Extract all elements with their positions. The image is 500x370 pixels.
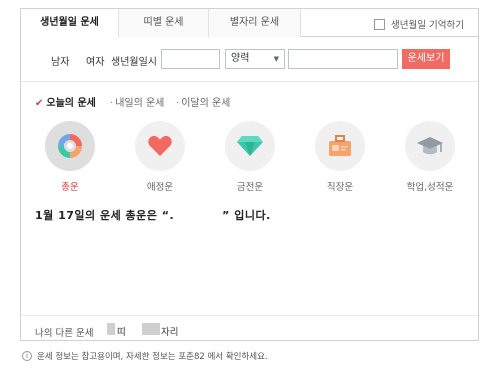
- constellation-chip[interactable]: [142, 323, 160, 335]
- category-career-label: 직장운: [326, 182, 354, 193]
- other-fortunes-label: 나의 다른 운세: [35, 328, 94, 339]
- birth-time-input[interactable]: [288, 49, 398, 69]
- tab-today-label: 오늘의 운세: [46, 98, 96, 109]
- category-money[interactable]: 금전운: [215, 121, 285, 193]
- remember-label: 생년월일 기억하기: [391, 20, 464, 31]
- tab-zodiac-fortune[interactable]: 띠별 운세: [119, 9, 209, 37]
- zodiac-chip[interactable]: [107, 323, 115, 335]
- category-money-label: 금전운: [236, 182, 264, 193]
- tab-month-fortune[interactable]: · 이달의 운세: [176, 94, 230, 109]
- zodiac-link[interactable]: 띠: [117, 324, 126, 338]
- view-fortune-button[interactable]: 운세보기: [402, 49, 450, 69]
- tab-today-fortune[interactable]: ✔ 오늘의 운세: [35, 94, 96, 109]
- other-fortunes: 나의 다른 운세 띠 자리: [21, 315, 478, 341]
- diamond-icon: [237, 136, 263, 156]
- category-total-label: 총운: [61, 182, 79, 193]
- birth-label: 생년월일시: [111, 57, 157, 68]
- chevron-down-icon: ▼: [273, 55, 279, 63]
- tab-birthday-fortune[interactable]: 생년월일 운세: [21, 9, 119, 38]
- graduation-cap-icon: [417, 137, 443, 155]
- footnote-text: 운세 정보는 참고용이며, 자세한 정보는 포춘82 에서 확인하세요.: [37, 352, 268, 362]
- category-money-circle: [225, 121, 275, 171]
- birth-date-input[interactable]: [161, 49, 220, 69]
- category-study-circle: [405, 121, 455, 171]
- category-total[interactable]: 총운: [35, 121, 105, 193]
- category-love-label: 애정운: [146, 182, 174, 193]
- calendar-type-select[interactable]: 양력 ▼: [225, 49, 285, 69]
- category-study[interactable]: 학업,성적운: [395, 121, 465, 193]
- remember-birthday[interactable]: 생년월일 기억하기: [374, 17, 464, 31]
- fortune-result-suffix: ” 입니다.: [222, 209, 271, 222]
- fortune-tabs: 생년월일 운세 띠별 운세 별자리 운세 생년월일 기억하기: [21, 9, 478, 38]
- birth-form: 남자 여자 생년월일시 양력 ▼ 운세보기: [21, 49, 478, 71]
- fortune-widget: 생년월일 운세 띠별 운세 별자리 운세 생년월일 기억하기 남자 여자 생년월…: [20, 8, 479, 341]
- gender-female-option[interactable]: 여자: [86, 53, 104, 68]
- category-career[interactable]: 직장운: [305, 121, 375, 193]
- tab-constellation-fortune[interactable]: 별자리 운세: [209, 9, 301, 37]
- footnote: i 운세 정보는 참고용이며, 자세한 정보는 포춘82 에서 확인하세요.: [22, 350, 268, 362]
- category-love-circle: [135, 121, 185, 171]
- category-total-circle: [45, 121, 95, 171]
- category-study-label: 학업,성적운: [406, 182, 454, 193]
- pie-chart-icon: [58, 134, 82, 158]
- category-career-circle: [315, 121, 365, 171]
- bullet-icon: ·: [110, 98, 114, 109]
- check-icon: ✔: [35, 98, 44, 109]
- briefcase-icon: [329, 135, 351, 156]
- tab-tomorrow-fortune[interactable]: · 내일의 운세: [110, 94, 164, 109]
- constellation-link[interactable]: 자리: [161, 324, 178, 338]
- info-icon: i: [22, 351, 32, 361]
- period-tabs: ✔ 오늘의 운세 · 내일의 운세 · 이달의 운세: [21, 81, 478, 111]
- category-love[interactable]: 애정운: [125, 121, 195, 193]
- tab-tomorrow-label: 내일의 운세: [115, 98, 165, 109]
- calendar-type-value: 양력: [231, 53, 250, 64]
- tab-month-label: 이달의 운세: [181, 98, 231, 109]
- gender-male-option[interactable]: 남자: [51, 53, 69, 68]
- remember-checkbox[interactable]: [374, 18, 386, 30]
- heart-icon: [148, 135, 172, 156]
- fortune-result-prefix: 1월 17일의 운세 총운은 “.: [35, 209, 175, 222]
- bullet-icon: ·: [176, 98, 180, 109]
- fortune-result: 1월 17일의 운세 총운은 “. ” 입니다.: [35, 207, 271, 223]
